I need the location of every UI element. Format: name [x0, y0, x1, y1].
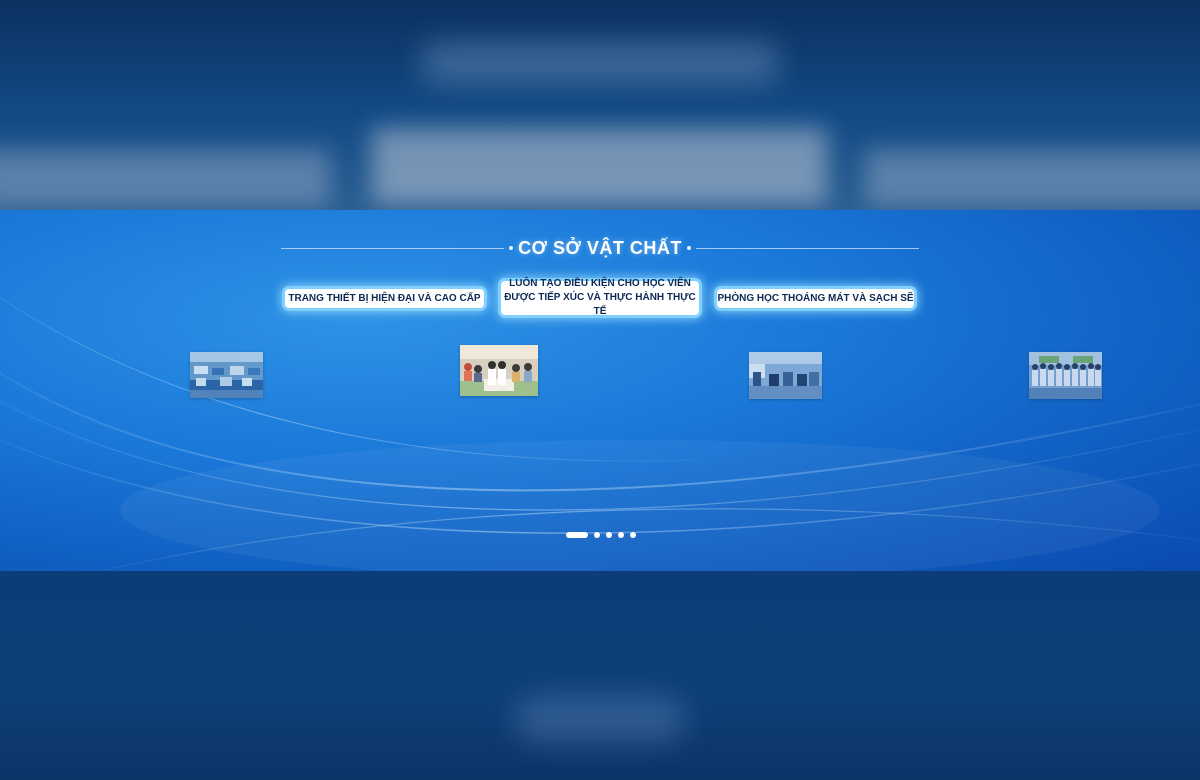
gallery-thumbnail-2[interactable] [460, 345, 538, 396]
background-page-bottom [0, 571, 1200, 780]
tab-clean-classroom[interactable]: PHÒNG HỌC THOÁNG MÁT VÀ SẠCH SẼ [717, 289, 914, 308]
photo-class-group-icon [1029, 352, 1102, 399]
heading-line-left [281, 247, 505, 249]
pagination-dot-1[interactable] [566, 532, 588, 538]
gallery-thumbnail-1[interactable] [190, 352, 263, 398]
pagination-dot-2[interactable] [594, 532, 600, 538]
blurred-panel-left [0, 150, 330, 206]
tab-label-line-2: ĐƯỢC TIẾP XÚC VÀ THỰC HÀNH THỰC TẾ [504, 292, 696, 317]
photo-classroom-study-icon [749, 352, 822, 399]
page-title: CƠ SỞ VẬT CHẤT [518, 237, 682, 258]
blurred-panel-right [865, 150, 1200, 206]
tab-label-line-1: LUÔN TẠO ĐIỀU KIỆN CHO HỌC VIÊN [509, 278, 691, 289]
pagination-dot-3[interactable] [606, 532, 612, 538]
pagination-dot-5[interactable] [630, 532, 636, 538]
heading-line-right [695, 247, 919, 249]
photo-students-practice-icon [460, 345, 538, 396]
gallery-thumbnail-4[interactable] [1029, 352, 1102, 399]
tab-label: PHÒNG HỌC THOÁNG MÁT VÀ SẠCH SẼ [717, 292, 914, 304]
pagination-dot-4[interactable] [618, 532, 624, 538]
photo-classroom-equipment-icon [190, 352, 263, 398]
facilities-slider: CƠ SỞ VẬT CHẤT TRANG THIẾT BỊ HIỆN ĐẠI V… [0, 210, 1200, 571]
heading-dot-left [509, 246, 514, 250]
gallery-thumbnail-3[interactable] [749, 352, 822, 399]
tab-modern-equipment[interactable]: TRANG THIẾT BỊ HIỆN ĐẠI VÀ CAO CẤP [285, 289, 484, 308]
tab-practical-experience[interactable]: LUÔN TẠO ĐIỀU KIỆN CHO HỌC VIÊN ĐƯỢC TIẾ… [501, 278, 699, 317]
tab-label: TRANG THIẾT BỊ HIỆN ĐẠI VÀ CAO CẤP [288, 292, 481, 304]
blurred-heading [420, 42, 780, 84]
blurred-panel-center [372, 128, 827, 204]
background-swirl [0, 297, 1200, 571]
slider-pagination [566, 532, 642, 538]
background-page-top [0, 0, 1200, 210]
blurred-footer-button [515, 696, 685, 742]
heading-dot-right [686, 246, 691, 250]
section-heading: CƠ SỞ VẬT CHẤT [281, 234, 919, 262]
